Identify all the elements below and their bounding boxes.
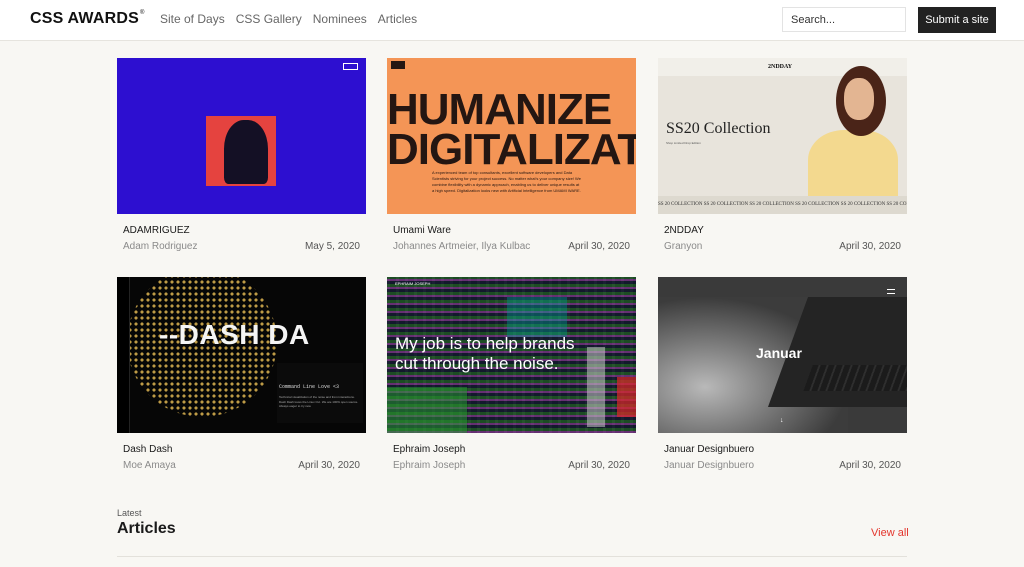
thumbnail-logo: EPHRAIM JOSEPH [395,281,431,286]
card-title[interactable]: Ephraim Joseph [393,444,465,455]
nav-nominees[interactable]: Nominees [313,12,367,26]
thumbnail-heading: --DASH DA [159,319,310,350]
thumbnail-heading: SS20 Collection [666,120,771,137]
card-date: April 30, 2020 [298,460,360,471]
thumbnail-heading: Januar [756,345,802,361]
thumbnail-text: A experienced team of top consultants, e… [432,170,581,193]
nav-site-of-days[interactable]: Site of Days [160,12,225,26]
site-thumbnail[interactable]: --DASH DA Command Line Love <3 Technical… [117,277,366,433]
thumbnail-sidebar [117,277,130,433]
card-date: April 30, 2020 [839,241,901,252]
site-thumbnail[interactable]: Januar ↓ [658,277,907,433]
thumbnail-heading: DIGITALIZATIO [387,125,636,174]
card-author[interactable]: Januar Designbuero [664,460,754,471]
thumbnail-model [844,78,874,120]
thumbnail-keyboard [803,365,907,391]
card-title[interactable]: Umami Ware [393,225,451,236]
thumbnail-model [808,130,898,205]
section-divider [117,556,907,557]
site-card[interactable]: --DASH DA Command Line Love <3 Technical… [117,277,366,471]
thumbnail-art [587,347,605,427]
card-author[interactable]: Ephraim Joseph [393,460,465,471]
search-input[interactable] [782,7,906,32]
thumbnail-panel [277,363,363,423]
thumbnail-art [507,297,567,337]
thumbnail-text: Command Line Love <3 [279,384,340,390]
menu-icon [343,63,358,70]
thumbnail-heading: My job is to help brands cut through the… [395,334,575,373]
nav-css-gallery[interactable]: CSS Gallery [236,12,302,26]
thumbnail-art [387,387,467,433]
section-title: Articles [117,520,176,537]
site-card[interactable]: ADAMRIGUEZ Adam Rodriguez May 5, 2020 [117,58,366,252]
site-thumbnail[interactable]: EPHRAIM JOSEPH My job is to help brands … [387,277,636,433]
arrow-down-icon: ↓ [780,417,784,424]
thumbnail-portrait [224,120,268,184]
site-thumbnail[interactable]: HUMANIZE DIGITALIZATIO A experienced tea… [387,58,636,214]
thumbnail-brand: 2NDDAY [768,64,793,70]
card-title[interactable]: ADAMRIGUEZ [123,225,190,236]
card-title[interactable]: Dash Dash [123,444,172,455]
card-author[interactable]: Johannes Artmeier, Ilya Kulbac [393,241,530,252]
submit-site-button[interactable]: Submit a site [918,7,996,33]
site-thumbnail[interactable]: 2NDDAY SS20 Collection Shop Limited Drop… [658,58,907,214]
card-date: April 30, 2020 [568,460,630,471]
card-title[interactable]: Januar Designbuero [664,444,754,455]
card-date: April 30, 2020 [839,460,901,471]
thumbnail-text: Technical visualization of the noise and… [279,395,359,408]
card-title[interactable]: 2NDDAY [664,225,704,236]
card-author[interactable]: Adam Rodriguez [123,241,197,252]
top-navigation-bar: CSS AWARDS® Site of Days CSS Gallery Nom… [0,0,1024,41]
card-date: May 5, 2020 [304,241,360,252]
thumbnail-text: Shop Limited Drop Edition [666,141,701,145]
card-author[interactable]: Granyon [664,241,702,252]
main-nav: Site of Days CSS Gallery Nominees Articl… [160,12,417,26]
thumbnail-art [617,377,636,417]
card-date: April 30, 2020 [568,241,630,252]
site-card[interactable]: 2NDDAY SS20 Collection Shop Limited Drop… [658,58,907,252]
thumbnail-strip: SS 20 COLLECTION SS 20 COLLECTION SS 20 … [658,196,907,214]
site-logo[interactable]: CSS AWARDS® [30,10,145,28]
section-eyebrow: Latest [117,508,142,518]
card-author[interactable]: Moe Amaya [123,460,176,471]
site-card[interactable]: Januar ↓ Januar Designbuero Januar Desig… [658,277,907,471]
thumbnail-logo [391,61,405,69]
site-thumbnail[interactable] [117,58,366,214]
view-all-link[interactable]: View all [871,527,909,539]
site-card[interactable]: EPHRAIM JOSEPH My job is to help brands … [387,277,636,471]
nav-articles[interactable]: Articles [378,12,417,26]
site-card[interactable]: HUMANIZE DIGITALIZATIO A experienced tea… [387,58,636,252]
hamburger-icon [887,289,895,294]
